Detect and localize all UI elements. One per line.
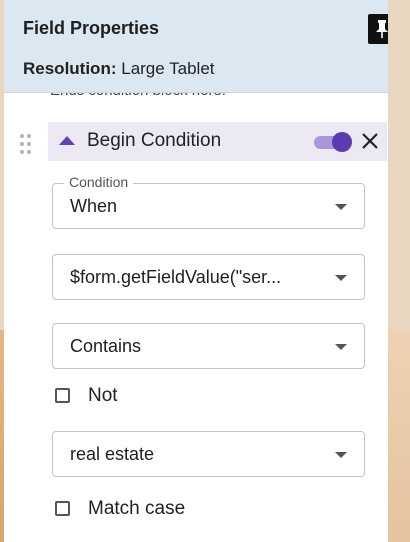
condition-enabled-toggle[interactable] [314,132,352,152]
begin-condition-title: Begin Condition [87,130,222,151]
operator-select[interactable]: Contains [52,323,365,369]
pin-icon [375,20,388,38]
match-case-checkbox-box[interactable] [55,501,70,516]
chevron-down-icon [335,204,347,210]
not-checkbox-label[interactable]: Not [88,385,118,407]
panel-header: Field Properties Resolution: Large Table… [4,0,388,93]
condition-field-label: Condition [64,174,134,190]
operator-value: Contains [70,336,142,356]
resolution-label: Resolution: [23,59,117,78]
value-select[interactable]: real estate [52,431,365,477]
resolution-info: Resolution: Large Tablet [23,59,215,79]
remove-condition-button[interactable] [358,129,382,153]
panel-title: Field Properties [23,18,160,38]
condition-type-value: When [70,196,118,216]
chevron-down-icon [335,275,347,281]
field-properties-panel: Ends condition block here. Field Propert… [4,0,388,542]
drag-handle-icon[interactable] [20,134,34,156]
chevron-down-icon [335,344,347,350]
close-icon [362,133,378,149]
condition-type-select[interactable]: Condition When [52,174,365,229]
pin-button[interactable] [368,14,388,44]
collapse-caret-icon[interactable] [59,136,75,145]
chevron-down-icon [335,452,347,458]
background-right [388,330,410,542]
begin-condition-header[interactable]: Begin Condition [48,122,387,161]
expression-value: $form.getFieldValue("ser... [70,267,282,287]
not-checkbox-box[interactable] [55,388,70,403]
match-case-checkbox-label[interactable]: Match case [88,498,185,520]
expression-select[interactable]: $form.getFieldValue("ser... [52,254,365,300]
value-select-value: real estate [70,444,155,464]
toggle-knob [332,132,352,152]
resolution-value: Large Tablet [121,59,215,78]
